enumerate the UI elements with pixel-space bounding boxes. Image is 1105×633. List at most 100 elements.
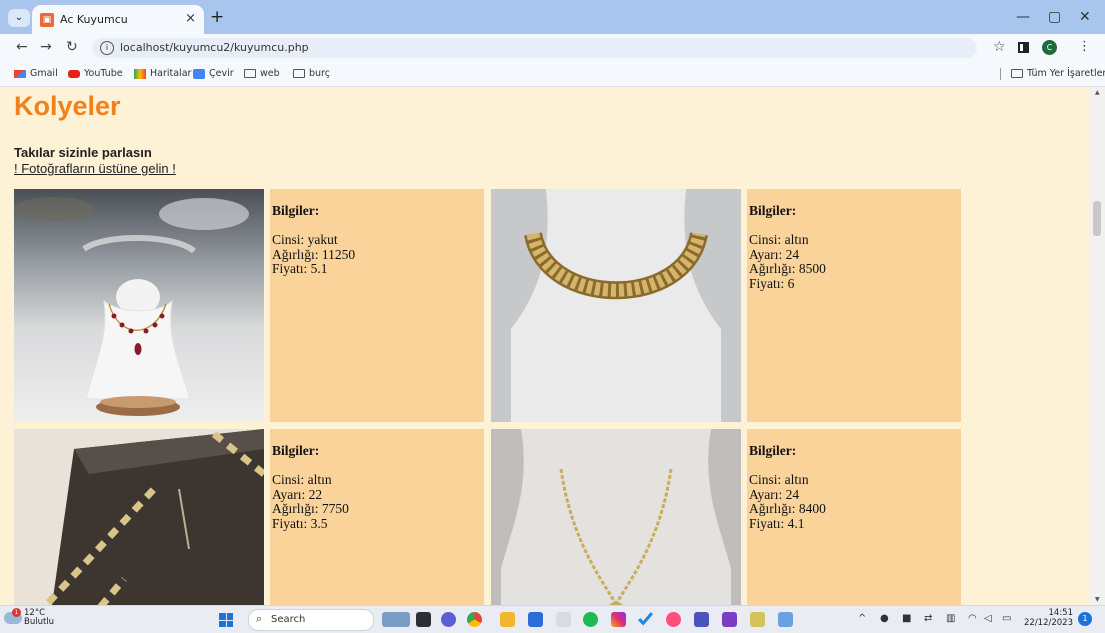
product-type: Cinsi: altın (749, 232, 809, 247)
product-info-2: Bilgiler: Cinsi: altın Ayarı: 24 Ağırlığ… (747, 189, 961, 422)
windows-start-icon[interactable] (219, 613, 233, 627)
info-label: Bilgiler: (749, 443, 797, 458)
app-icon[interactable] (666, 612, 681, 627)
info-label: Bilgiler: (272, 443, 320, 458)
product-info-3: Bilgiler: Cinsi: altın Ayarı: 22 Ağırlığ… (270, 429, 484, 605)
calculator-icon[interactable] (556, 612, 571, 627)
bookmark-star-icon[interactable]: ☆ (993, 39, 1006, 55)
address-bar: ← → ↻ i localhost/kuyumcu2/kuyumcu.php ☆… (0, 34, 1105, 62)
product-type: Cinsi: altın (749, 472, 809, 487)
bookmark-translate[interactable]: Çevir (193, 68, 234, 79)
scroll-thumb[interactable] (1093, 201, 1101, 236)
task-view-icon[interactable] (416, 612, 431, 627)
product-type: Cinsi: altın (272, 472, 332, 487)
restore-icon[interactable]: ▢ (1048, 9, 1061, 25)
bookmark-folder-web[interactable]: web (244, 68, 280, 79)
product-info-1: Bilgiler: Cinsi: yakut Ağırlığı: 11250 F… (270, 189, 484, 422)
tab-title: Ac Kuyumcu (60, 13, 128, 26)
browser-tab[interactable]: ▣ Ac Kuyumcu × (32, 5, 204, 34)
product-image-4[interactable] (491, 429, 741, 605)
close-window-icon[interactable]: ✕ (1079, 9, 1091, 25)
info-label: Bilgiler: (749, 203, 797, 218)
notification-badge[interactable]: 1 (1078, 612, 1092, 626)
onenote-icon[interactable] (722, 612, 737, 627)
youtube-icon (68, 69, 80, 78)
product-type: Cinsi: yakut (272, 232, 338, 247)
new-tab-icon[interactable]: + (210, 7, 224, 27)
folder-icon (293, 69, 305, 78)
bookmark-maps[interactable]: Haritalar (134, 68, 191, 79)
widgets-icon[interactable] (382, 612, 410, 627)
page-content: Kolyeler Takılar sizinle parlasın ! Foto… (0, 87, 1090, 605)
chat-icon[interactable] (441, 612, 456, 627)
gold-bracelet-image (14, 429, 264, 605)
site-info-icon[interactable]: i (100, 41, 114, 55)
volume-icon[interactable]: ◁ (984, 613, 992, 624)
snipping-tool-icon[interactable] (778, 612, 793, 627)
scroll-down-icon[interactable]: ▼ (1095, 596, 1100, 603)
product-price: Fiyatı: 4.1 (749, 515, 805, 531)
url-input[interactable]: i localhost/kuyumcu2/kuyumcu.php (92, 38, 977, 58)
weather-widget[interactable]: 12°C Bulutlu (24, 609, 54, 627)
side-panel-icon[interactable] (1018, 42, 1029, 53)
taskbar: 1 12°C Bulutlu ⌕ Search ^ ● ■ ⇄ ▥ ◠ ◁ ▭ … (0, 605, 1105, 633)
reload-icon[interactable]: ↻ (66, 39, 78, 55)
profile-avatar-icon[interactable]: C (1042, 40, 1057, 55)
tab-search-button[interactable]: ⌄ (8, 9, 30, 27)
product-price: Fiyatı: 3.5 (272, 515, 328, 531)
teams-icon[interactable] (694, 612, 709, 627)
wifi-icon[interactable]: ◠ (968, 613, 977, 624)
chevron-up-icon[interactable]: ^ (858, 613, 866, 624)
product-image-2[interactable] (491, 189, 741, 422)
more-menu-icon[interactable]: ⋮ (1078, 39, 1091, 54)
translate-icon (193, 68, 205, 79)
all-bookmarks-button[interactable]: Tüm Yer İşaretleri (1011, 68, 1105, 79)
bookmark-gmail[interactable]: Gmail (14, 68, 58, 79)
title-bar: ⌄ ▣ Ac Kuyumcu × + — ▢ ✕ (0, 0, 1105, 34)
ruby-necklace-image (14, 189, 264, 422)
battery-icon[interactable]: ▭ (1002, 613, 1011, 624)
minimize-icon[interactable]: — (1016, 9, 1030, 25)
forward-icon[interactable]: → (40, 39, 52, 55)
search-placeholder: Search (271, 614, 306, 625)
bookmark-folder-burc[interactable]: burç (293, 68, 330, 79)
clock-time: 14:51 (1048, 608, 1074, 618)
file-explorer-icon[interactable] (500, 612, 515, 627)
todo-icon[interactable] (638, 612, 653, 626)
tray-app-icon[interactable]: ● (880, 613, 889, 624)
scroll-up-icon[interactable]: ▲ (1095, 89, 1100, 96)
bookmarks-bar: Gmail YouTube Haritalar Çevir web burç T… (0, 62, 1105, 87)
tray-app-icon[interactable]: ▥ (946, 613, 955, 624)
store-icon: ▣ (40, 13, 54, 27)
product-image-3[interactable] (14, 429, 264, 605)
product-weight: Ağırlığı: 7750 (272, 501, 349, 516)
bookmark-youtube[interactable]: YouTube (68, 68, 123, 79)
spotify-icon[interactable] (583, 612, 598, 627)
tray-app-icon[interactable]: ⇄ (924, 613, 932, 624)
back-icon[interactable]: ← (16, 39, 28, 55)
taskbar-search[interactable]: ⌕ Search (248, 609, 374, 631)
slogan-text: Takılar sizinle parlasın (14, 145, 152, 160)
clock[interactable]: 14:51 22/12/2023 (1024, 608, 1073, 628)
close-tab-icon[interactable]: × (185, 11, 196, 26)
gmail-icon (14, 69, 26, 78)
page-scrollbar[interactable]: ▲ ▼ (1090, 87, 1105, 605)
clock-date: 22/12/2023 (1024, 618, 1073, 628)
store-icon[interactable] (528, 612, 543, 627)
product-karat: Ayarı: 24 (749, 246, 800, 262)
gold-rope-chain-image (491, 429, 741, 605)
product-image-1[interactable] (14, 189, 264, 422)
gold-chain-image (491, 189, 741, 422)
product-karat: Ayarı: 22 (272, 486, 323, 502)
chrome-icon[interactable] (467, 612, 482, 627)
info-label: Bilgiler: (272, 203, 320, 218)
hint-link[interactable]: ! Fotoğrafların üstüne gelin ! (14, 161, 176, 176)
product-weight: Ağırlığı: 11250 (272, 246, 356, 262)
tray-app-icon[interactable]: ■ (902, 613, 911, 624)
folder-icon (244, 69, 256, 78)
app-icon[interactable] (750, 612, 765, 627)
instagram-icon[interactable] (611, 612, 626, 627)
weather-badge: 1 (12, 608, 21, 617)
product-weight: Ağırlığı: 8400 (749, 501, 826, 516)
product-price: Fiyatı: 6 (749, 275, 795, 291)
